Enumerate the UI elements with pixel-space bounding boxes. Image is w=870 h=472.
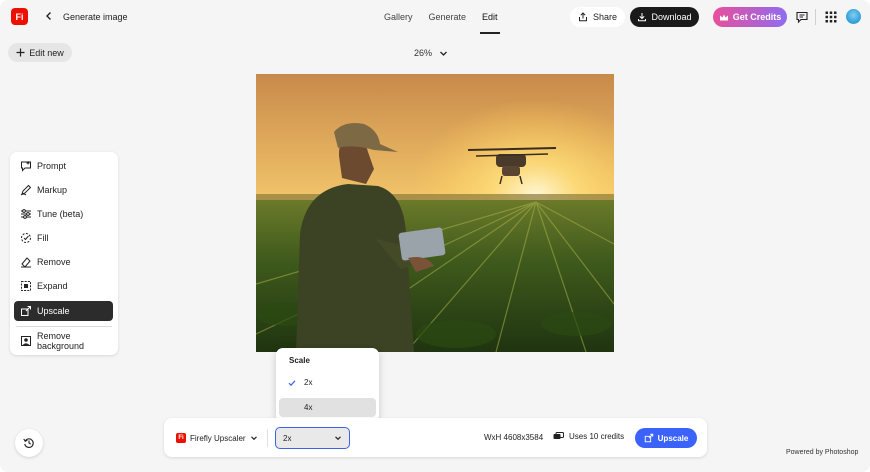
scale-value: 2x [283, 433, 292, 443]
credit-usage-label: Uses 10 credits [569, 432, 625, 441]
upscale-bar: Fi Firefly Upscaler 2x WxH 4608x3584 Use… [164, 418, 707, 457]
plus-icon [16, 48, 25, 57]
firefly-logo[interactable]: Fi [11, 8, 28, 25]
farmer-drone-image [256, 74, 614, 352]
remove-background-icon [20, 335, 32, 347]
output-dimensions: WxH 4608x3584 [484, 433, 544, 442]
share-icon [578, 12, 587, 22]
upscale-icon [20, 305, 32, 317]
tool-label: Remove background [37, 331, 85, 351]
main-tabs: Gallery Generate Edit [376, 0, 506, 34]
generated-image [256, 74, 614, 352]
tab-gallery[interactable]: Gallery [376, 0, 421, 34]
tool-remove[interactable]: Remove [14, 252, 113, 272]
zoom-dropdown[interactable]: 26% [414, 45, 448, 61]
tool-label: Expand [37, 281, 68, 291]
chevron-down-icon [250, 436, 257, 441]
feedback-icon[interactable] [795, 10, 809, 24]
chevron-down-icon [440, 51, 447, 56]
download-label: Download [651, 12, 692, 22]
tool-remove-background[interactable]: Remove background [14, 331, 113, 351]
fill-icon [20, 232, 32, 244]
tab-edit[interactable]: Edit [474, 0, 506, 34]
chevron-left-icon [46, 12, 51, 20]
scale-option-label: 2x [304, 378, 313, 387]
tool-label: Tune (beta) [37, 209, 84, 219]
page-title: Generate image [63, 12, 128, 22]
download-button[interactable]: Download [630, 7, 699, 27]
upscale-button-label: Upscale [657, 433, 689, 443]
tool-label: Upscale [37, 306, 70, 316]
history-button[interactable] [15, 429, 43, 457]
upscale-icon [644, 433, 653, 443]
get-credits-label: Get Credits [732, 12, 782, 22]
prompt-icon [20, 160, 32, 172]
user-avatar[interactable] [846, 9, 861, 24]
expand-icon [20, 280, 32, 292]
tool-label: Markup [37, 185, 68, 195]
remove-icon [20, 256, 32, 268]
apps-grid-icon[interactable] [824, 10, 838, 24]
credit-usage: Uses 10 credits [553, 432, 624, 441]
share-label: Share [592, 12, 618, 22]
back-button[interactable] [42, 9, 56, 23]
bottom-divider [267, 429, 268, 447]
model-selector[interactable]: Fi Firefly Upscaler [176, 430, 258, 446]
tool-fill[interactable]: Fill [14, 228, 113, 248]
get-credits-button[interactable]: Get Credits [713, 7, 787, 27]
edit-new-label: Edit new [29, 47, 64, 58]
header-divider [815, 9, 816, 25]
scale-option-label: 4x [304, 403, 313, 412]
scale-option-4x[interactable]: 4x [279, 398, 376, 417]
tune-icon [20, 208, 32, 220]
scale-menu-heading: Scale [289, 356, 310, 365]
app-window: Fi Generate image Gallery Generate Edit … [0, 0, 870, 472]
checkmark-icon [279, 379, 304, 387]
tool-label: Prompt [37, 161, 67, 171]
tools-divider [16, 326, 112, 327]
tool-prompt[interactable]: Prompt [14, 156, 113, 176]
scale-menu: Scale 2x 4x [276, 348, 379, 422]
edit-new-button[interactable]: Edit new [8, 43, 72, 62]
model-label: Firefly Upscaler [190, 433, 246, 443]
download-icon [638, 13, 647, 22]
tool-tune[interactable]: Tune (beta) [14, 204, 113, 224]
upscale-button[interactable]: Upscale [635, 428, 697, 448]
chevron-down-icon [335, 436, 341, 441]
markup-icon [20, 184, 32, 196]
tool-upscale[interactable]: Upscale [14, 301, 113, 321]
crown-icon [719, 14, 728, 20]
edit-tools-panel: Prompt Markup Tune (beta) Fill Remove Ex… [10, 152, 118, 355]
scale-dropdown[interactable]: 2x [275, 427, 350, 449]
top-bar: Fi Generate image Gallery Generate Edit … [0, 0, 870, 34]
tool-expand[interactable]: Expand [14, 276, 113, 296]
share-button[interactable]: Share [570, 7, 625, 27]
tool-label: Remove [37, 257, 71, 267]
zoom-value: 26% [414, 48, 433, 58]
history-icon [23, 438, 34, 448]
scale-option-2x[interactable]: 2x [279, 373, 376, 392]
tool-markup[interactable]: Markup [14, 180, 113, 200]
firefly-model-icon: Fi [176, 433, 186, 443]
powered-by-label: Powered by Photoshop [786, 449, 859, 456]
credits-icon [553, 432, 564, 439]
tab-generate[interactable]: Generate [421, 0, 475, 34]
tool-label: Fill [37, 233, 49, 243]
